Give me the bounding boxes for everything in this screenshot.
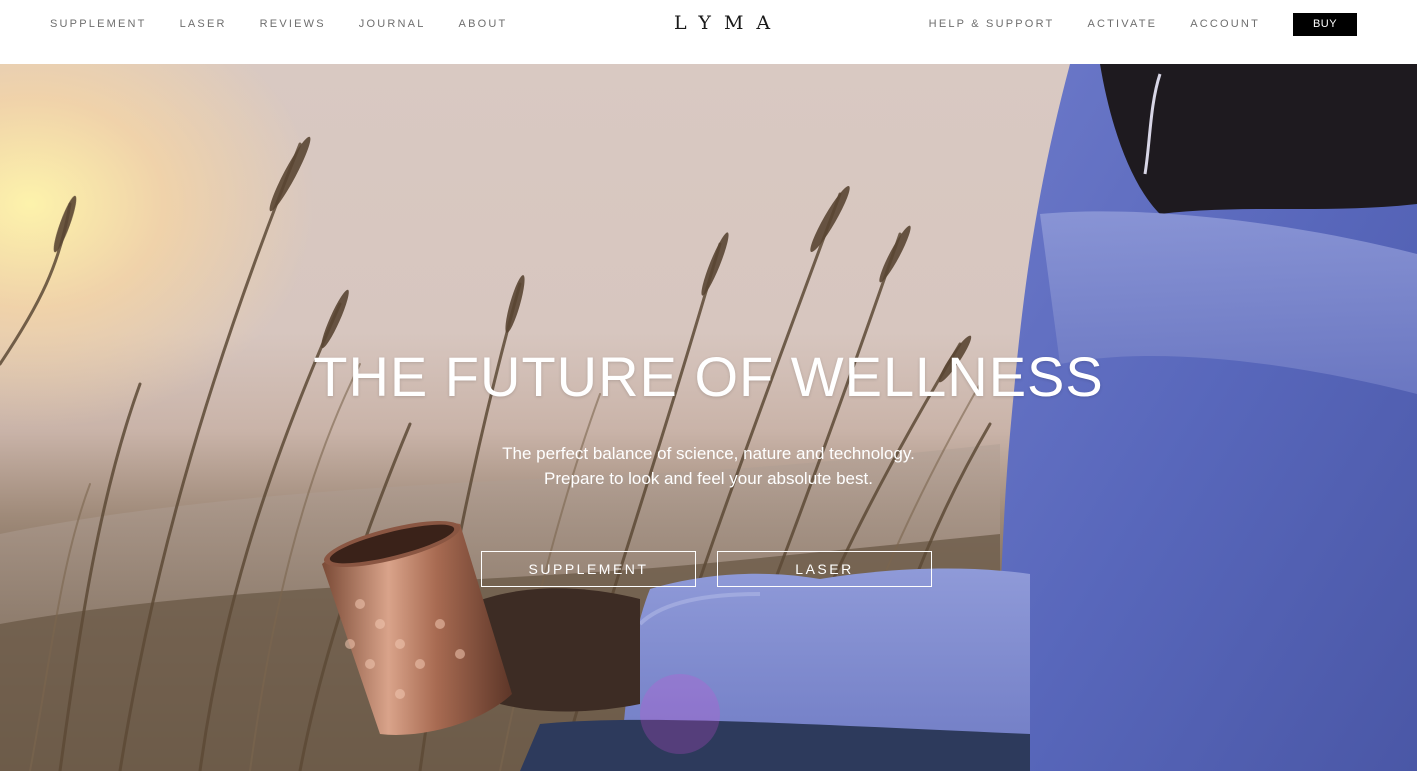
site-header: SUPPLEMENT LASER REVIEWS JOURNAL ABOUT L…	[0, 0, 1417, 64]
nav-link-about[interactable]: ABOUT	[459, 18, 508, 30]
primary-nav: SUPPLEMENT LASER REVIEWS JOURNAL ABOUT	[50, 0, 540, 48]
nav-link-activate[interactable]: ACTIVATE	[1087, 18, 1157, 30]
nav-link-journal[interactable]: JOURNAL	[359, 18, 426, 30]
nav-link-account[interactable]: ACCOUNT	[1190, 18, 1260, 30]
nav-link-help-support[interactable]: HELP & SUPPORT	[929, 18, 1055, 30]
hero-title: THE FUTURE OF WELLNESS	[313, 345, 1104, 408]
nav-link-reviews[interactable]: REVIEWS	[260, 18, 326, 30]
hero-subtitle-line-2: Prepare to look and feel your absolute b…	[544, 469, 873, 488]
brand-logo[interactable]: LYMA	[674, 12, 783, 34]
nav-link-laser[interactable]: LASER	[180, 18, 227, 30]
nav-link-supplement[interactable]: SUPPLEMENT	[50, 18, 147, 30]
hero-subtitle: The perfect balance of science, nature a…	[0, 441, 1417, 491]
buy-button[interactable]: BUY	[1293, 12, 1357, 36]
utility-nav: HELP & SUPPORT ACTIVATE ACCOUNT BUY	[929, 0, 1357, 48]
hero-subtitle-line-1: The perfect balance of science, nature a…	[502, 444, 915, 463]
laser-cta-button[interactable]: LASER	[717, 551, 932, 587]
hero-section: THE FUTURE OF WELLNESS The perfect balan…	[0, 64, 1417, 771]
hero-background-image	[0, 64, 1417, 771]
supplement-cta-button[interactable]: SUPPLEMENT	[481, 551, 696, 587]
